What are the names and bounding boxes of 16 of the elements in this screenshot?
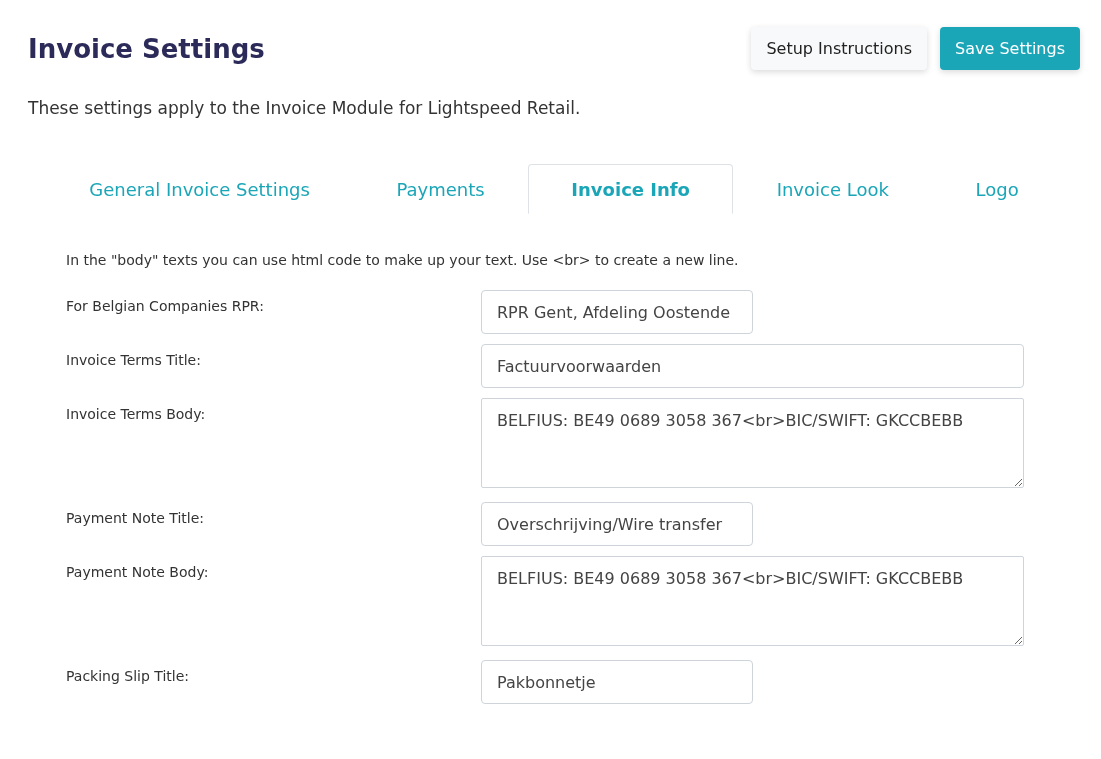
field-label: Payment Note Body:: [66, 563, 210, 582]
input-field[interactable]: RPR Gent, Afdeling Oostende: [481, 290, 753, 334]
field-label: Payment Note Title:: [66, 509, 206, 528]
input-field[interactable]: Pakbonnetje: [481, 660, 753, 704]
field-label: For Belgian Companies RPR:: [66, 297, 265, 316]
field-label: Invoice Terms Body:: [66, 405, 207, 424]
page-title: Invoice Settings: [28, 33, 265, 64]
input-field[interactable]: Factuurvoorwaarden: [481, 344, 1024, 388]
textarea-field[interactable]: BELFIUS: BE49 0689 3058 367<br>BIC/SWIFT: GKCCBEBB: [481, 556, 1024, 646]
instructions-button[interactable]: Setup Instructions: [751, 27, 927, 70]
hint-text: In the "body" texts you can use html code to make up your text. Use <br> to create a new line.: [66, 252, 740, 268]
field-label: Invoice Terms Title:: [66, 351, 202, 370]
field-label: Packing Slip Title:: [66, 667, 191, 686]
input-field[interactable]: Overschrijving/Wire transfer: [481, 502, 753, 546]
page-description: These settings apply to the Invoice Module for Lightspeed Retail.: [28, 98, 582, 118]
textarea-field[interactable]: BELFIUS: BE49 0689 3058 367<br>BIC/SWIFT: GKCCBEBB: [481, 398, 1024, 488]
